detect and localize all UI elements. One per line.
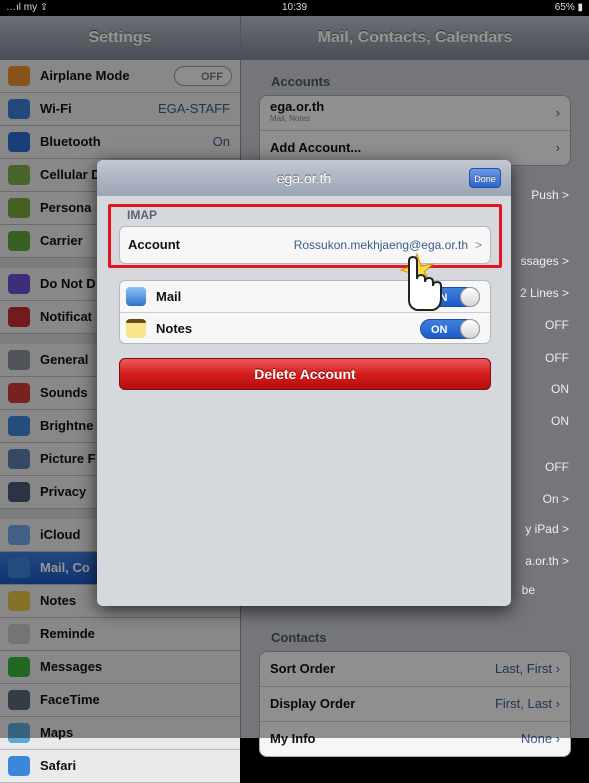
tap-hand-icon [399, 252, 442, 311]
delete-account-button[interactable]: Delete Account [119, 358, 491, 390]
notes-label: Notes [156, 321, 193, 336]
peek-toggle-3: ON [551, 382, 569, 396]
mail-label: Mail [156, 289, 182, 304]
ipad-screen: …ıl my ⇪ 10:39 65% ▮ Settings Airplane M… [0, 0, 589, 783]
peek-toggle-2: OFF [545, 351, 569, 365]
peek-preview-value: 2 Lines > [519, 286, 569, 300]
peek-value-be: be [521, 583, 535, 597]
sidebar-item-label: Safari [40, 758, 77, 773]
peek-value-ipad: y iPad > [525, 522, 569, 536]
peek-value-account: a.or.th > [525, 554, 569, 568]
battery-indicator: 65% ▮ [554, 2, 583, 13]
peek-value-on: On > [542, 492, 569, 506]
peek-messages-value: ssages > [520, 254, 569, 268]
mail-icon [126, 287, 146, 306]
peek-toggle-5: OFF [545, 460, 569, 474]
modal-navbar: ega.or.th Done [97, 160, 511, 196]
peek-toggle-4: ON [551, 414, 569, 428]
peek-toggle-1: OFF [545, 318, 569, 332]
done-button[interactable]: Done [469, 168, 501, 188]
sidebar-item-icon [8, 756, 30, 776]
modal-title: ega.or.th [276, 170, 332, 186]
peek-fetch-value: Push > [531, 188, 569, 202]
notes-icon [126, 319, 146, 338]
clock: 10:39 [281, 2, 308, 13]
notes-toggle[interactable]: ON [420, 319, 480, 339]
status-bar: …ıl my ⇪ 10:39 65% ▮ [0, 0, 589, 16]
account-modal: ega.or.th Done IMAP Account Rossukon.mek… [97, 160, 511, 606]
sidebar-item[interactable]: Safari [0, 750, 240, 783]
